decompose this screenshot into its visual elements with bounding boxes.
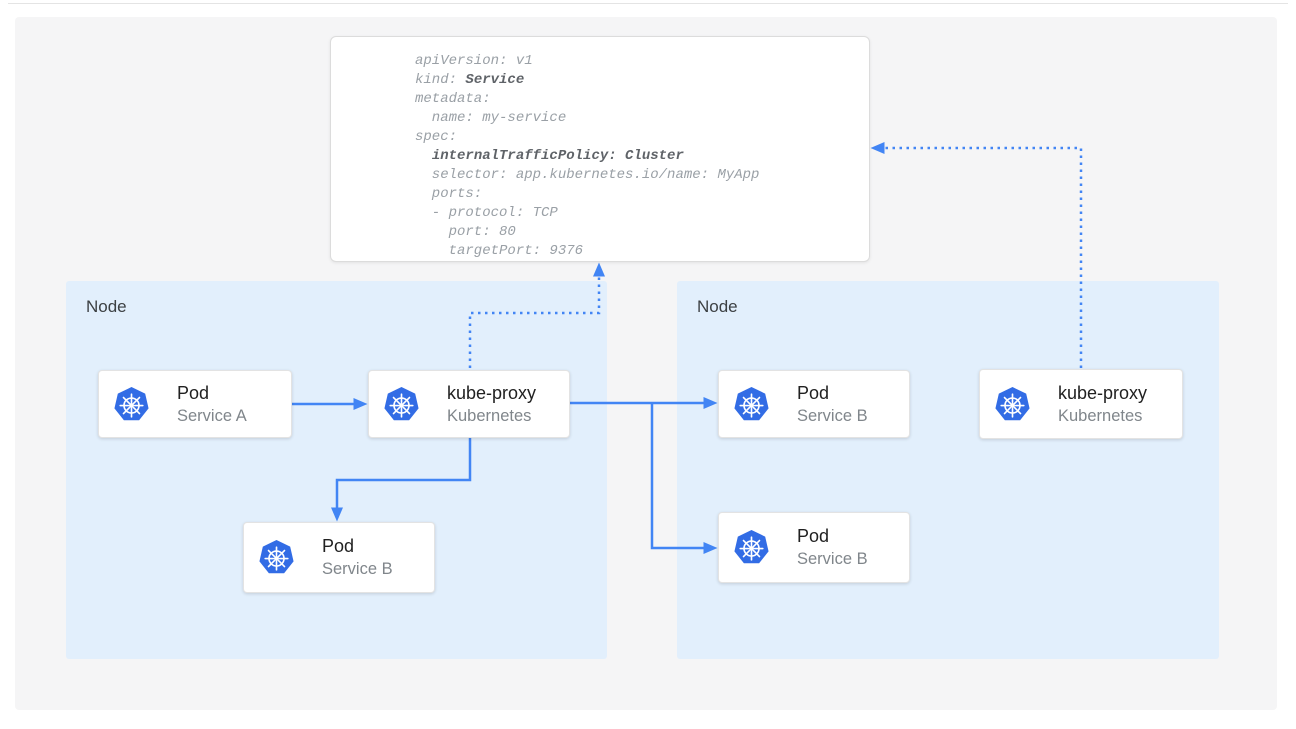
pod-card-service-b-right-bottom: Pod Service B: [718, 512, 910, 583]
card-title: kube-proxy: [447, 382, 536, 404]
diagram-canvas: Node Node apiVersion: v1kind: Servicemet…: [0, 0, 1296, 729]
kube-proxy-card-right: kube-proxy Kubernetes: [979, 369, 1183, 439]
kube-proxy-card-left: kube-proxy Kubernetes: [368, 370, 570, 438]
kubernetes-icon: [994, 386, 1031, 423]
pod-card-service-b-left: Pod Service B: [243, 522, 435, 593]
yaml-line: metadata:: [415, 90, 869, 109]
kubernetes-icon: [113, 386, 150, 423]
pod-card-service-b-right-top: Pod Service B: [718, 370, 910, 438]
card-title: Pod: [797, 382, 868, 404]
pod-card-service-a: Pod Service A: [98, 370, 292, 438]
yaml-line: ports:: [415, 185, 869, 204]
node-label: Node: [677, 281, 1219, 317]
yaml-line: apiVersion: v1: [415, 52, 869, 71]
card-subtitle: Service B: [797, 406, 868, 427]
card-subtitle: Kubernetes: [1058, 406, 1147, 427]
yaml-code-block: apiVersion: v1kind: Servicemetadata: nam…: [415, 52, 869, 261]
card-subtitle: Service A: [177, 406, 247, 427]
card-subtitle: Service B: [322, 559, 393, 580]
kubernetes-icon: [733, 386, 770, 423]
kubernetes-icon: [733, 529, 770, 566]
node-box-left: Node: [66, 281, 607, 659]
yaml-line: kind: Service: [415, 71, 869, 90]
yaml-line: targetPort: 9376: [415, 242, 869, 261]
node-label: Node: [66, 281, 607, 317]
card-title: Pod: [797, 525, 868, 547]
yaml-line: name: my-service: [415, 109, 869, 128]
node-box-right: Node: [677, 281, 1219, 659]
card-title: Pod: [177, 382, 247, 404]
yaml-line: spec:: [415, 128, 869, 147]
yaml-line: selector: app.kubernetes.io/name: MyApp: [415, 166, 869, 185]
yaml-line: - protocol: TCP: [415, 204, 869, 223]
card-subtitle: Service B: [797, 549, 868, 570]
card-title: Pod: [322, 535, 393, 557]
yaml-line: internalTrafficPolicy: Cluster: [415, 147, 869, 166]
yaml-line: port: 80: [415, 223, 869, 242]
service-yaml-panel: apiVersion: v1kind: Servicemetadata: nam…: [330, 36, 870, 262]
kubernetes-icon: [258, 539, 295, 576]
card-subtitle: Kubernetes: [447, 406, 536, 427]
card-title: kube-proxy: [1058, 382, 1147, 404]
kubernetes-icon: [383, 386, 420, 423]
top-divider: [8, 3, 1288, 4]
